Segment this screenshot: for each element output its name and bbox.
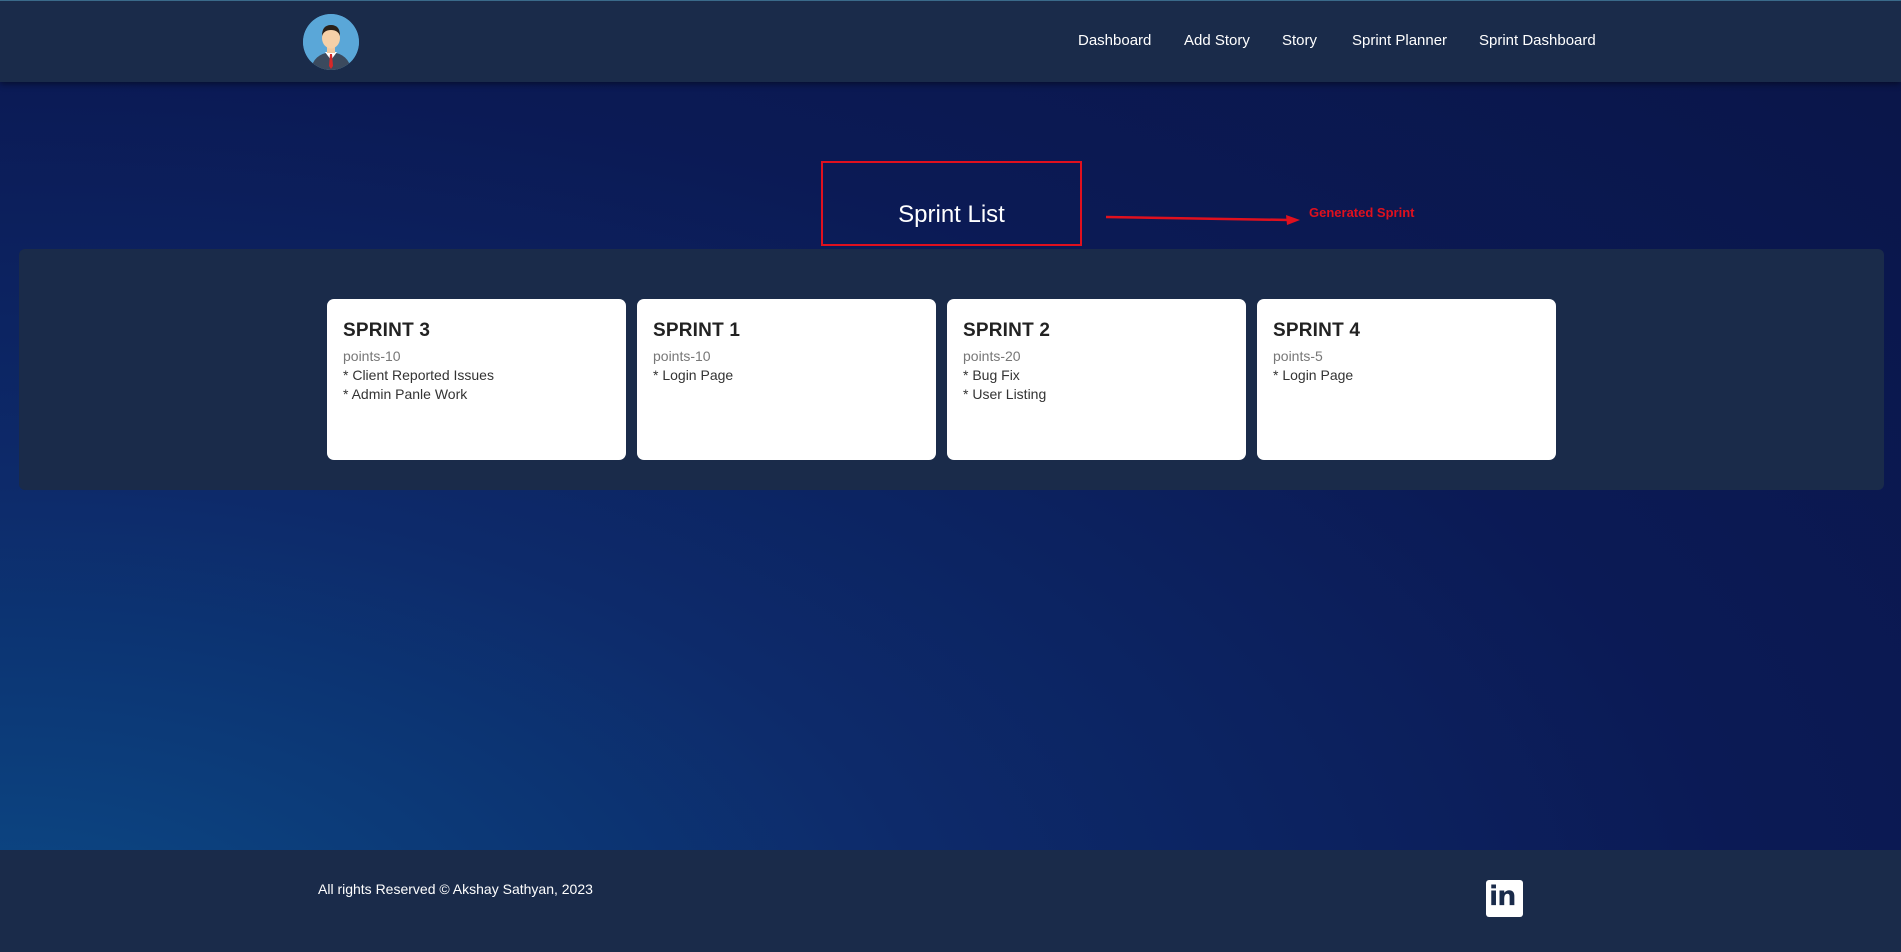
sprint-card[interactable]: SPRINT 1 points-10 * Login Page: [637, 299, 936, 460]
sprint-points: points-5: [1273, 348, 1323, 364]
sprint-story-item: * User Listing: [963, 386, 1047, 402]
nav-dashboard[interactable]: Dashboard: [1078, 32, 1151, 49]
sprint-card[interactable]: SPRINT 3 points-10 * Client Reported Iss…: [327, 299, 626, 460]
annotation-label: Generated Sprint: [1309, 205, 1415, 220]
sprint-points: points-10: [343, 348, 401, 364]
linkedin-glyph: in: [1489, 881, 1517, 912]
sprint-card[interactable]: SPRINT 2 points-20 * Bug Fix * User List…: [947, 299, 1246, 460]
sprint-story-item: * Login Page: [1273, 367, 1354, 383]
footer: All rights Reserved © Akshay Sathyan, 20…: [0, 850, 1901, 952]
sprint-name: SPRINT 3: [343, 320, 431, 341]
linkedin-icon[interactable]: in: [1486, 880, 1523, 917]
nav-add-story[interactable]: Add Story: [1184, 32, 1250, 49]
sprint-story-item: * Bug Fix: [963, 367, 1020, 383]
sprint-story-item: * Client Reported Issues: [343, 367, 494, 383]
annotation-arrow-icon: [1105, 215, 1300, 225]
sprint-card[interactable]: SPRINT 4 points-5 * Login Page: [1257, 299, 1556, 460]
nav-story[interactable]: Story: [1282, 32, 1317, 49]
sprint-points: points-10: [653, 348, 711, 364]
sprint-name: SPRINT 2: [963, 320, 1051, 341]
copyright-text: All rights Reserved © Akshay Sathyan, 20…: [318, 881, 593, 897]
sprint-points: points-20: [963, 348, 1021, 364]
sprint-name: SPRINT 4: [1273, 320, 1361, 341]
nav-sprint-dashboard[interactable]: Sprint Dashboard: [1479, 32, 1596, 49]
nav-sprint-planner[interactable]: Sprint Planner: [1352, 32, 1447, 49]
main-nav: Dashboard Add Story Story Sprint Planner…: [0, 1, 1901, 82]
sprint-story-item: * Login Page: [653, 367, 734, 383]
sprint-story-item: * Admin Panle Work: [343, 386, 468, 402]
sprint-name: SPRINT 1: [653, 320, 741, 341]
top-navbar: Dashboard Add Story Story Sprint Planner…: [0, 0, 1901, 82]
page-title: Sprint List: [898, 201, 1005, 228]
